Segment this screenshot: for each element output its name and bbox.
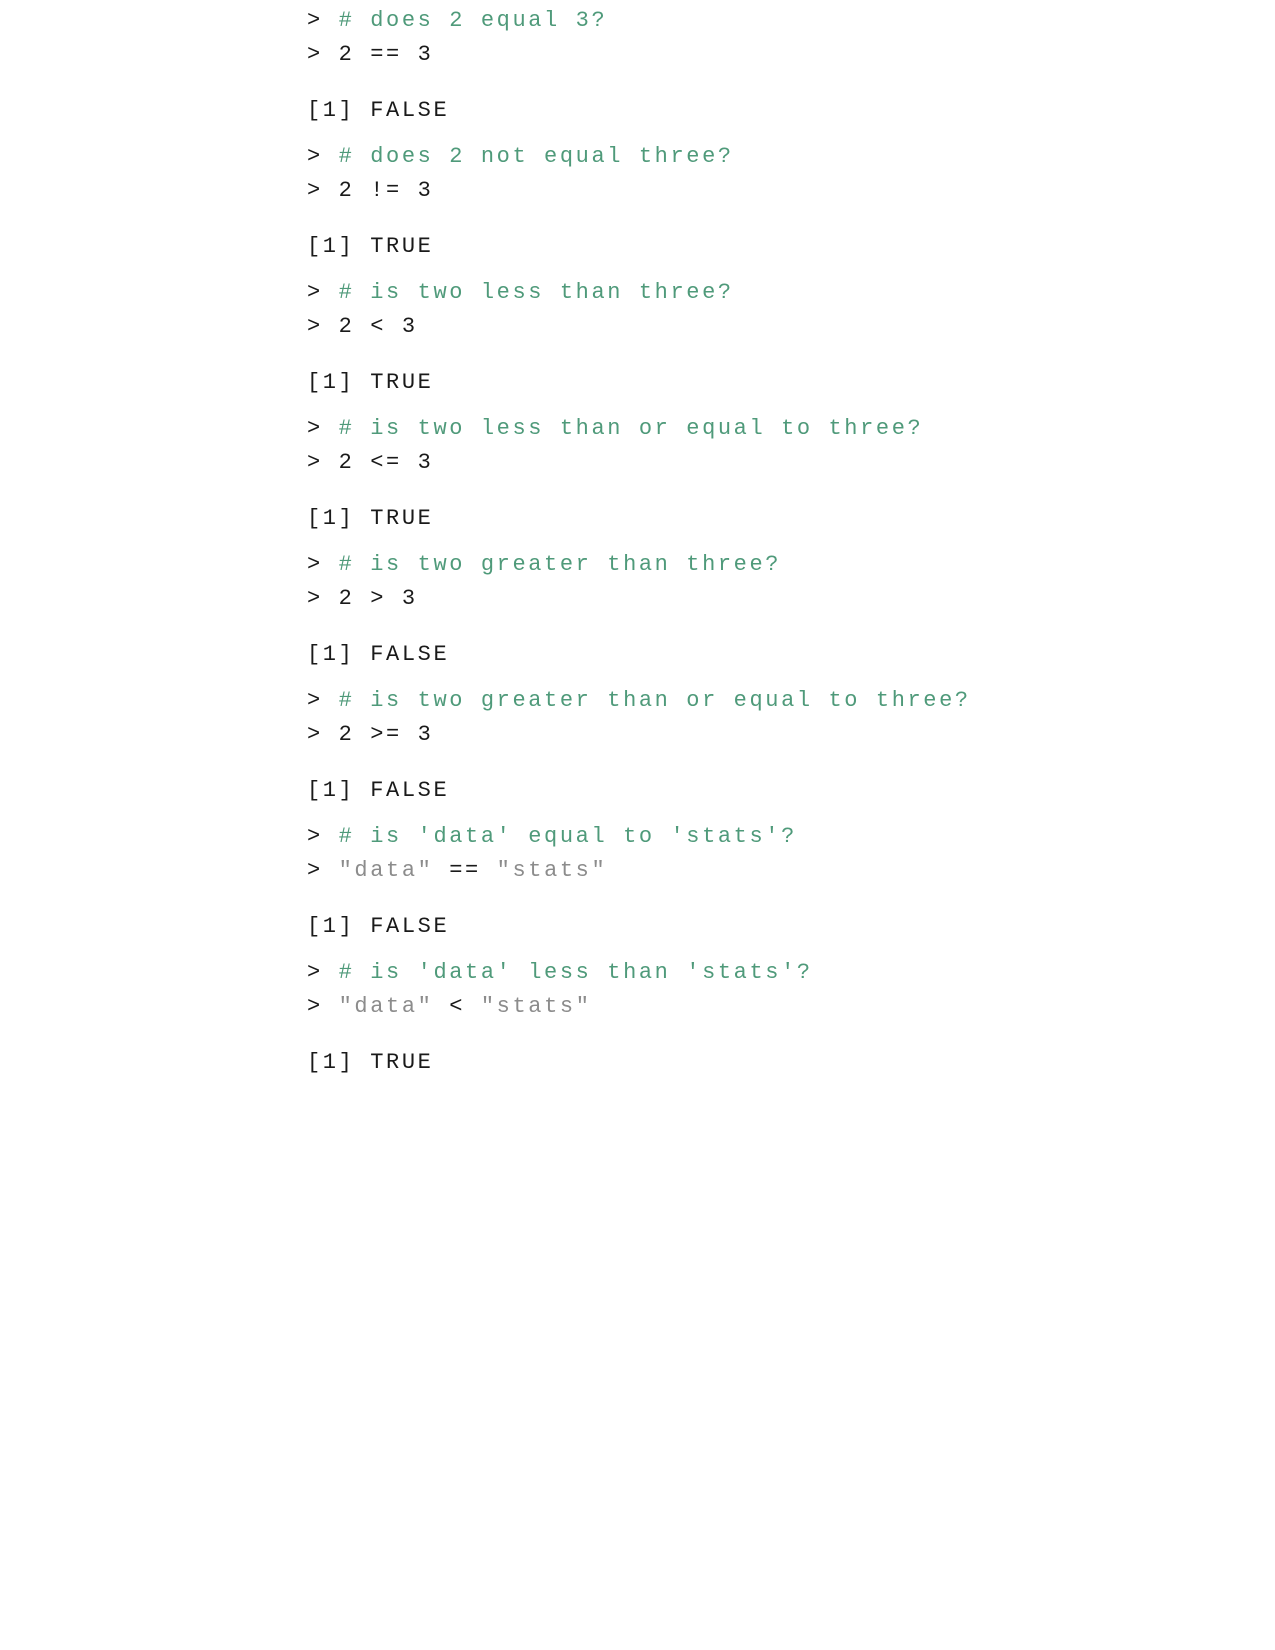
string-literal: "data" [338, 994, 434, 1019]
output-index: [1] [307, 642, 355, 667]
code-comment: # is 'data' less than 'stats'? [338, 960, 813, 985]
code-line: > 2 >= 3 [307, 718, 1207, 752]
code-line: > "data" == "stats" [307, 854, 1207, 888]
prompt-symbol: > [307, 688, 323, 713]
output-line: [1] FALSE [307, 910, 1207, 944]
output-line: [1] TRUE [307, 1046, 1207, 1080]
string-literal: "data" [338, 858, 434, 883]
prompt-symbol: > [307, 8, 323, 33]
string-literal: "stats" [496, 858, 608, 883]
code-line: > "data" < "stats" [307, 990, 1207, 1024]
prompt-symbol: > [307, 960, 323, 985]
code-line: > 2 > 3 [307, 582, 1207, 616]
output-value: TRUE [370, 370, 434, 395]
output-line: [1] TRUE [307, 230, 1207, 264]
code-expression: 2 <= 3 [338, 450, 434, 475]
prompt-symbol: > [307, 144, 323, 169]
code-comment: # is two less than or equal to three? [338, 416, 924, 441]
comment-line: > # does 2 not equal three? [307, 140, 1207, 174]
output-line: [1] TRUE [307, 502, 1207, 536]
prompt-symbol: > [307, 178, 323, 203]
output-index: [1] [307, 506, 355, 531]
code-comment: # is two less than three? [338, 280, 734, 305]
prompt-symbol: > [307, 450, 323, 475]
code-line: > 2 == 3 [307, 38, 1207, 72]
code-line: > 2 <= 3 [307, 446, 1207, 480]
comment-line: > # is two less than or equal to three? [307, 412, 1207, 446]
console-block: > # is 'data' less than 'stats'? > "data"… [307, 956, 1207, 1080]
comment-line: > # is 'data' less than 'stats'? [307, 956, 1207, 990]
output-line: [1] FALSE [307, 638, 1207, 672]
code-expression: 2 > 3 [338, 586, 418, 611]
code-expression: 2 < 3 [338, 314, 418, 339]
output-index: [1] [307, 234, 355, 259]
prompt-symbol: > [307, 416, 323, 441]
output-value: TRUE [370, 506, 434, 531]
output-line: [1] FALSE [307, 774, 1207, 808]
prompt-symbol: > [307, 586, 323, 611]
console-block: > # is two greater than or equal to thre… [307, 684, 1207, 808]
code-expression: 2 == 3 [338, 42, 434, 67]
code-expression: < [433, 994, 481, 1019]
code-expression: == [433, 858, 497, 883]
prompt-symbol: > [307, 824, 323, 849]
code-expression: 2 != 3 [338, 178, 434, 203]
comment-line: > # is two less than three? [307, 276, 1207, 310]
output-value: TRUE [370, 234, 434, 259]
prompt-symbol: > [307, 858, 323, 883]
console-block: > # is two less than or equal to three? >… [307, 412, 1207, 536]
r-console-transcript: > # does 2 equal 3? > 2 == 3 [1] FALSE > # … [307, 4, 1207, 1092]
code-comment: # does 2 not equal three? [338, 144, 734, 169]
output-value: FALSE [370, 98, 450, 123]
code-line: > 2 != 3 [307, 174, 1207, 208]
prompt-symbol: > [307, 42, 323, 67]
comment-line: > # is two greater than three? [307, 548, 1207, 582]
output-value: FALSE [370, 778, 450, 803]
code-expression: 2 >= 3 [338, 722, 434, 747]
code-comment: # does 2 equal 3? [338, 8, 608, 33]
console-block: > # is two greater than three? > 2 > 3 [1]… [307, 548, 1207, 672]
output-index: [1] [307, 98, 355, 123]
comment-line: > # is 'data' equal to 'stats'? [307, 820, 1207, 854]
console-block: > # is two less than three? > 2 < 3 [1] TR… [307, 276, 1207, 400]
prompt-symbol: > [307, 552, 323, 577]
code-line: > 2 < 3 [307, 310, 1207, 344]
output-index: [1] [307, 914, 355, 939]
console-block: > # is 'data' equal to 'stats'? > "data" … [307, 820, 1207, 944]
string-literal: "stats" [480, 994, 592, 1019]
output-line: [1] TRUE [307, 366, 1207, 400]
output-line: [1] FALSE [307, 94, 1207, 128]
prompt-symbol: > [307, 280, 323, 305]
output-value: TRUE [370, 1050, 434, 1075]
console-block: > # does 2 equal 3? > 2 == 3 [1] FALSE [307, 4, 1207, 128]
comment-line: > # does 2 equal 3? [307, 4, 1207, 38]
output-value: FALSE [370, 914, 450, 939]
prompt-symbol: > [307, 722, 323, 747]
output-index: [1] [307, 1050, 355, 1075]
output-index: [1] [307, 370, 355, 395]
code-comment: # is two greater than or equal to three? [338, 688, 971, 713]
output-value: FALSE [370, 642, 450, 667]
code-comment: # is 'data' equal to 'stats'? [338, 824, 797, 849]
console-block: > # does 2 not equal three? > 2 != 3 [1] T… [307, 140, 1207, 264]
comment-line: > # is two greater than or equal to thre… [307, 684, 1207, 718]
output-index: [1] [307, 778, 355, 803]
prompt-symbol: > [307, 994, 323, 1019]
code-comment: # is two greater than three? [338, 552, 782, 577]
prompt-symbol: > [307, 314, 323, 339]
